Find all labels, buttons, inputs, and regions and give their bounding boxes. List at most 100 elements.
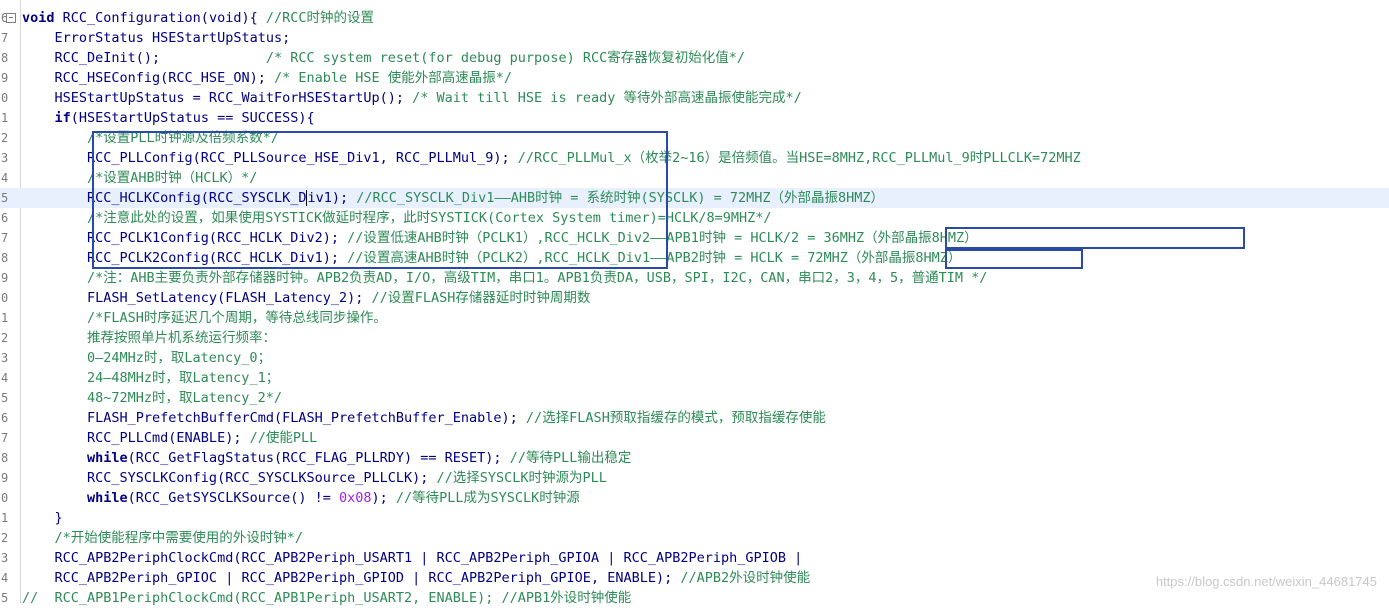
code-comment: //选择FLASH预取指缓存的模式，预取指缓存使能 xyxy=(525,410,826,426)
code-text[interactable]: /*FLASH时序延迟几个周期，等待总线同步操作。 xyxy=(22,308,387,328)
code-line[interactable]: 3 RCC_APB2PeriphClockCmd(RCC_APB2Periph_… xyxy=(0,548,1389,568)
code-token: ); xyxy=(371,490,396,506)
code-keyword: void xyxy=(22,10,63,26)
line-number: 0 xyxy=(1,291,9,305)
code-comment: /*设置AHB时钟（HCLK）*/ xyxy=(22,170,258,186)
line-number: 2 xyxy=(1,531,9,545)
code-text[interactable]: RCC_PLLCmd(ENABLE); //使能PLL xyxy=(22,428,317,448)
code-line[interactable]: 9 /*注：AHB主要负责外部存储器时钟。APB2负责AD，I/O，高级TIM，… xyxy=(0,268,1389,288)
code-token: RCC_DeInit(); xyxy=(22,50,266,66)
code-text[interactable]: RCC_HSEConfig(RCC_HSE_ON); /* Enable HSE… xyxy=(22,68,513,88)
code-comment: //RCC_SYSCLK_Div1——AHB时钟 = 系统时钟(SYSCLK) … xyxy=(356,190,885,206)
code-text[interactable]: RCC_PLLConfig(RCC_PLLSource_HSE_Div1, RC… xyxy=(22,148,1081,168)
code-text[interactable]: FLASH_PrefetchBufferCmd(FLASH_PrefetchBu… xyxy=(22,408,826,428)
code-token: FLASH_PrefetchBufferCmd(FLASH_PrefetchBu… xyxy=(22,410,526,426)
code-line[interactable]: 5 RCC_HCLKConfig(RCC_SYSCLK_Div1); //RCC… xyxy=(0,188,1389,208)
code-line[interactable]: 7 RCC_PCLK1Config(RCC_HCLK_Div2); //设置低速… xyxy=(0,228,1389,248)
code-line[interactable]: 8 while(RCC_GetFlagStatus(RCC_FLAG_PLLRD… xyxy=(0,448,1389,468)
line-number: 1 xyxy=(1,111,9,125)
code-text[interactable]: if(HSEStartUpStatus == SUCCESS){ xyxy=(22,108,315,128)
code-text[interactable]: FLASH_SetLatency(FLASH_Latency_2); //设置F… xyxy=(22,288,590,308)
code-keyword: while xyxy=(22,450,128,466)
code-line[interactable]: 6 /*注意此处的设置，如果使用SYSTICK做延时程序，此时SYSTICK(C… xyxy=(0,208,1389,228)
code-text[interactable]: while(RCC_GetSYSCLKSource() != 0x08); //… xyxy=(22,488,580,508)
code-text[interactable]: 推荐按照单片机系统运行频率： xyxy=(22,328,276,348)
code-text[interactable]: } xyxy=(22,508,63,528)
code-line[interactable]: 1 /*FLASH时序延迟几个周期，等待总线同步操作。 xyxy=(0,308,1389,328)
code-line[interactable]: 5 // RCC_APB1PeriphClockCmd(RCC_APB1Perip… xyxy=(0,588,1389,608)
code-text[interactable]: 24—48MHz时，取Latency_1； xyxy=(22,368,279,388)
code-line[interactable]: 1 if(HSEStartUpStatus == SUCCESS){ xyxy=(0,108,1389,128)
code-text[interactable]: /*开始使能程序中需要使用的外设时钟*/ xyxy=(22,528,304,548)
line-number: 1 xyxy=(1,311,9,325)
code-comment: //设置高速AHB时钟（PCLK2）,RCC_HCLK_Div1——APB2时钟… xyxy=(347,250,962,266)
code-line[interactable]: 0 HSEStartUpStatus = RCC_WaitForHSEStart… xyxy=(0,88,1389,108)
code-comment: //RCC_PLLMul_x（枚举2~16）是倍频值。当HSE=8MHZ,RCC… xyxy=(517,150,1081,166)
code-text[interactable]: RCC_PCLK2Config(RCC_HCLK_Div1); //设置高速AH… xyxy=(22,248,961,268)
code-line[interactable]: 0 while(RCC_GetSYSCLKSource() != 0x08); … xyxy=(0,488,1389,508)
line-number: 7 xyxy=(1,231,9,245)
line-number: 8 xyxy=(1,51,9,65)
code-text[interactable]: RCC_HCLKConfig(RCC_SYSCLK_Div1); //RCC_S… xyxy=(22,188,884,208)
line-number: 7 xyxy=(1,431,9,445)
code-token: RCC_HSEConfig(RCC_HSE_ON); xyxy=(22,70,274,86)
code-comment: 0—24MHz时，取Latency_0； xyxy=(22,350,272,366)
code-comment: //等待PLL输出稳定 xyxy=(509,450,632,466)
code-comment: // RCC_APB1PeriphClockCmd(RCC_APB1Periph… xyxy=(22,590,632,606)
line-number: 4 xyxy=(1,571,9,585)
code-line[interactable]: 7 ErrorStatus HSEStartUpStatus; xyxy=(0,28,1389,48)
code-text[interactable]: 48~72MHz时，取Latency_2*/ xyxy=(22,388,282,408)
code-line[interactable]: 3 0—24MHz时，取Latency_0； xyxy=(0,348,1389,368)
code-comment: 推荐按照单片机系统运行频率： xyxy=(22,330,277,346)
code-line[interactable]: 4 /*设置AHB时钟（HCLK）*/ xyxy=(0,168,1389,188)
code-text[interactable]: /*设置AHB时钟（HCLK）*/ xyxy=(22,168,257,188)
code-editor[interactable]: 6 − void RCC_Configuration(void){ //RCC时钟的… xyxy=(0,0,1389,606)
code-keyword: if xyxy=(22,110,71,126)
code-text[interactable]: /*注：AHB主要负责外部存储器时钟。APB2负责AD，I/O，高级TIM，串口… xyxy=(22,268,987,288)
line-number: 4 xyxy=(1,371,9,385)
code-text[interactable]: RCC_APB2Periph_GPIOC | RCC_APB2Periph_GP… xyxy=(22,568,811,588)
code-line[interactable]: 6 FLASH_PrefetchBufferCmd(FLASH_Prefetch… xyxy=(0,408,1389,428)
code-text[interactable]: RCC_PCLK1Config(RCC_HCLK_Div2); //设置低速AH… xyxy=(22,228,978,248)
code-comment: 48~72MHz时，取Latency_2*/ xyxy=(22,390,282,406)
line-number: 3 xyxy=(1,351,9,365)
fold-toggle-icon[interactable]: − xyxy=(6,13,16,23)
code-line[interactable]: 8 RCC_DeInit(); /* RCC system reset(for … xyxy=(0,48,1389,68)
code-text[interactable]: RCC_DeInit(); /* RCC system reset(for de… xyxy=(22,48,745,68)
line-number: 2 xyxy=(1,131,9,145)
code-text[interactable]: while(RCC_GetFlagStatus(RCC_FLAG_PLLRDY)… xyxy=(22,448,631,468)
code-text[interactable]: HSEStartUpStatus = RCC_WaitForHSEStartUp… xyxy=(22,88,802,108)
code-text[interactable]: ErrorStatus HSEStartUpStatus; xyxy=(22,28,291,48)
code-text[interactable]: /*注意此处的设置，如果使用SYSTICK做延时程序，此时SYSTICK(Cor… xyxy=(22,208,772,228)
code-line[interactable]: 0 FLASH_SetLatency(FLASH_Latency_2); //设… xyxy=(0,288,1389,308)
code-token: RCC_PLLConfig(RCC_PLLSource_HSE_Div1, RC… xyxy=(22,150,518,166)
code-token: RCC_Configuration(void){ xyxy=(62,10,266,26)
code-line[interactable]: 8 RCC_PCLK2Config(RCC_HCLK_Div1); //设置高速… xyxy=(0,248,1389,268)
line-number: 9 xyxy=(1,271,9,285)
line-number: 5 xyxy=(1,591,9,605)
code-comment: //选择SYSCLK时钟源为PLL xyxy=(436,470,607,486)
code-line[interactable]: 5 48~72MHz时，取Latency_2*/ xyxy=(0,388,1389,408)
code-token: RCC_PCLK2Config(RCC_HCLK_Div1); xyxy=(22,250,348,266)
code-line[interactable]: 4 24—48MHz时，取Latency_1； xyxy=(0,368,1389,388)
code-line[interactable]: 2 推荐按照单片机系统运行频率： xyxy=(0,328,1389,348)
line-number: 8 xyxy=(1,251,9,265)
code-token: RCC_SYSCLKConfig(RCC_SYSCLKSource_PLLCLK… xyxy=(22,470,437,486)
code-text[interactable]: RCC_SYSCLKConfig(RCC_SYSCLKSource_PLLCLK… xyxy=(22,468,607,488)
code-text[interactable]: void RCC_Configuration(void){ //RCC时钟的设置 xyxy=(22,8,374,28)
code-line[interactable]: 9 RCC_HSEConfig(RCC_HSE_ON); /* Enable H… xyxy=(0,68,1389,88)
code-token: FLASH_SetLatency(FLASH_Latency_2); xyxy=(22,290,372,306)
code-text[interactable]: /*设置PLL时钟源及倍频系数*/ xyxy=(22,128,279,148)
code-line[interactable]: 2 /*设置PLL时钟源及倍频系数*/ xyxy=(0,128,1389,148)
code-line[interactable]: 1 } xyxy=(0,508,1389,528)
code-line[interactable]: 9 RCC_SYSCLKConfig(RCC_SYSCLKSource_PLLC… xyxy=(0,468,1389,488)
code-text[interactable]: RCC_APB2PeriphClockCmd(RCC_APB2Periph_US… xyxy=(22,548,803,568)
code-line[interactable]: 7 RCC_PLLCmd(ENABLE); //使能PLL xyxy=(0,428,1389,448)
line-number: 3 xyxy=(1,551,9,565)
code-line[interactable]: 6− void RCC_Configuration(void){ //RCC时钟的… xyxy=(0,8,1389,28)
line-number: 5 xyxy=(1,191,9,205)
code-text[interactable]: // RCC_APB1PeriphClockCmd(RCC_APB1Periph… xyxy=(22,588,631,608)
code-line[interactable]: 3 RCC_PLLConfig(RCC_PLLSource_HSE_Div1, … xyxy=(0,148,1389,168)
code-text[interactable]: 0—24MHz时，取Latency_0； xyxy=(22,348,271,368)
code-line[interactable]: 2 /*开始使能程序中需要使用的外设时钟*/ xyxy=(0,528,1389,548)
